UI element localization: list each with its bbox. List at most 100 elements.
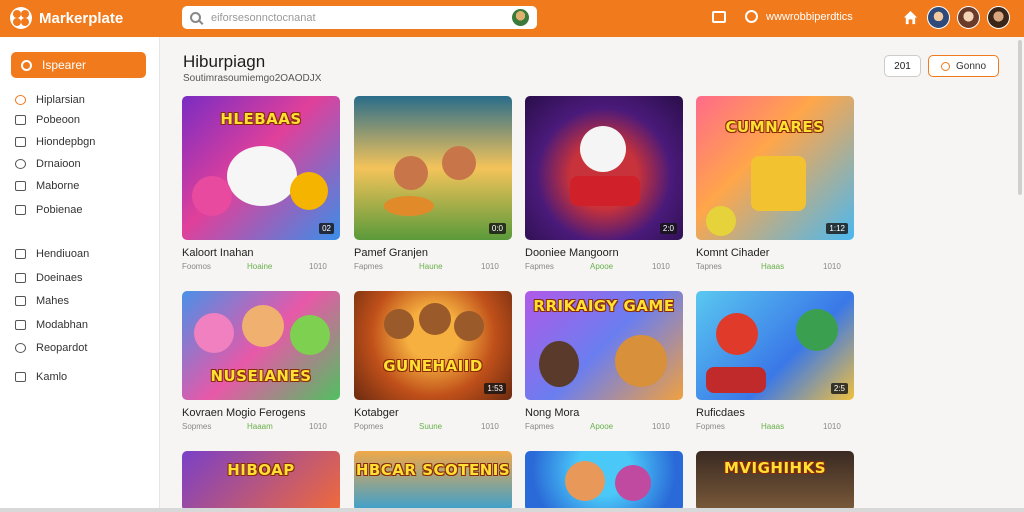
sidebar-primary-label: Ispearer [42,58,87,72]
page-subtitle: Soutimrasoumiemgo2OAODJX [183,73,322,84]
game-card[interactable]: NUSEIANES Kovraen Mogio Ferogens Sopmes H… [182,291,340,431]
game-thumbnail[interactable]: GUNEHAIID 1:53 [354,291,512,400]
card-meta: Fapmes Apooe 1010 [525,422,670,431]
thumbnail-title: GUNEHAIID [383,357,483,375]
card-title[interactable]: Kaloort Inahan [182,247,340,259]
card-meta: Fapmes Apooe 1010 [525,262,670,271]
duration-badge: 02 [319,223,334,234]
game-thumbnail[interactable]: CUMNARES 1:12 [696,96,854,240]
sidebar-item[interactable]: Kamlo [15,369,67,385]
circle-icon [15,159,26,169]
sidebar-item[interactable]: Hiplarsian [15,92,85,108]
square-icon [15,273,26,283]
sidebar-primary-button[interactable]: Ispearer [11,52,146,78]
square-icon [15,115,26,125]
game-card[interactable]: MVIGHIHKS [696,451,854,511]
card-title[interactable]: Kovraen Mogio Ferogens [182,407,340,419]
duration-badge: 2:5 [830,383,848,394]
game-thumbnail[interactable]: 2:0 [525,96,683,240]
card-meta: Sopmes Haaam 1010 [182,422,327,431]
game-thumbnail[interactable]: RRIKAIGY GAME [525,291,683,400]
thumbnail-title: MVIGHIHKS [723,459,827,477]
game-thumbnail[interactable]: HIBOAP [182,451,340,511]
thumbnail-title: RRIKAIGY GAME [533,297,675,315]
sidebar-item[interactable]: Pobienae [15,202,83,218]
square-icon [15,205,26,215]
flame-icon [15,95,26,105]
duration-badge: 1:53 [484,383,506,394]
card-title[interactable]: Dooniee Mangoorn [525,247,683,259]
card-title[interactable]: Pamef Granjen [354,247,512,259]
grid-icon [15,296,26,306]
bottom-divider [0,508,1024,512]
thumbnail-title: NUSEIANES [210,367,312,385]
card-meta: Fapmes Haune 1010 [354,262,499,271]
sidebar-item[interactable]: Maborne [15,178,79,194]
sidebar-item[interactable]: Pobeoon [15,112,80,128]
game-card[interactable]: 2:5 Ruficdaes Fopmes Haaas 1010 [696,291,854,431]
circle-icon [940,61,950,71]
game-card[interactable]: HLEBAAS 02 Kaloort Inahan Foomos Hoaine 10… [182,96,340,271]
sidebar-item[interactable]: Modabhan [15,317,88,333]
duration-badge: 1:12 [826,223,848,234]
game-card[interactable] [525,451,683,511]
avatar[interactable] [987,6,1010,29]
square-icon [15,137,26,147]
brand[interactable]: Markerplate [10,6,123,30]
game-card[interactable]: 0:0 Pamef Granjen Fapmes Haune 1010 [354,96,512,271]
thumbnail-title: HLEBAAS [220,110,302,128]
square-icon [15,249,26,259]
game-thumbnail[interactable]: HBCAR SCOTENIS [354,451,512,511]
search-avatar[interactable] [512,9,529,26]
game-thumbnail[interactable]: HLEBAAS 02 [182,96,340,240]
game-thumbnail[interactable]: NUSEIANES [182,291,340,400]
card-title[interactable]: Nong Mora [525,407,683,419]
game-card[interactable]: 2:0 Dooniee Mangoorn Fapmes Apooe 1010 [525,96,683,271]
game-thumbnail[interactable]: 2:5 [696,291,854,400]
marketplace-logo-icon [10,7,32,29]
game-card[interactable]: RRIKAIGY GAME Nong Mora Fapmes Apooe 1010 [525,291,683,431]
tag-icon [15,372,26,382]
game-thumbnail[interactable] [525,451,683,511]
game-thumbnail[interactable]: 0:0 [354,96,512,240]
search-value: eiforsesonnctocnanat [211,11,316,24]
sidebar-item[interactable]: Reopardot [15,340,87,356]
chat-icon[interactable] [745,10,758,23]
card-meta: Popmes Suune 1010 [354,422,499,431]
card-title[interactable]: Komnt Cihader [696,247,854,259]
game-card[interactable]: HBCAR SCOTENIS [354,451,512,511]
thumbnail-title: HBCAR SCOTENIS [355,461,511,479]
orange-outline-button[interactable]: Gonno [928,55,999,77]
game-thumbnail[interactable]: MVIGHIHKS [696,451,854,511]
duration-badge: 2:0 [659,223,677,234]
avatar[interactable] [957,6,980,29]
game-card[interactable]: CUMNARES 1:12 Komnt Cihader Tapnes Haaas 1… [696,96,854,271]
card-meta: Fopmes Haaas 1010 [696,422,841,431]
sidebar-item[interactable]: Drnaioon [15,156,81,172]
thumbnail-title: CUMNARES [725,118,825,136]
brand-name: Markerplate [39,9,124,27]
duration-badge: 0:0 [488,223,506,234]
game-card[interactable]: HIBOAP [182,451,340,511]
home-icon[interactable] [903,10,918,25]
home-icon [15,181,26,191]
search-icon [21,59,32,71]
window-icon[interactable] [712,11,726,23]
search-icon [190,12,201,23]
card-title[interactable]: Ruficdaes [696,407,854,419]
search-input[interactable]: eiforsesonnctocnanat [182,6,537,29]
topbar-link[interactable]: wwwrobbiperdtics [766,11,853,23]
game-card[interactable]: GUNEHAIID 1:53 Kotabger Popmes Suune 1010 [354,291,512,431]
scrollbar[interactable] [1018,40,1022,195]
card-meta: Tapnes Haaas 1010 [696,262,841,271]
thumbnail-title: HIBOAP [227,461,295,479]
sidebar-item[interactable]: Mahes [15,293,69,309]
card-title[interactable]: Kotabger [354,407,512,419]
sidebar-item[interactable]: Doeinaes [15,270,82,286]
avatar[interactable] [927,6,950,29]
top-bar: Markerplate eiforsesonnctocnanat wwwrobb… [0,0,1024,37]
small-button[interactable]: 201 [884,55,921,77]
sidebar-item[interactable]: Hiondepbgn [15,134,95,150]
search-icon [15,343,26,353]
sidebar-item[interactable]: Hendiuoan [15,246,89,262]
